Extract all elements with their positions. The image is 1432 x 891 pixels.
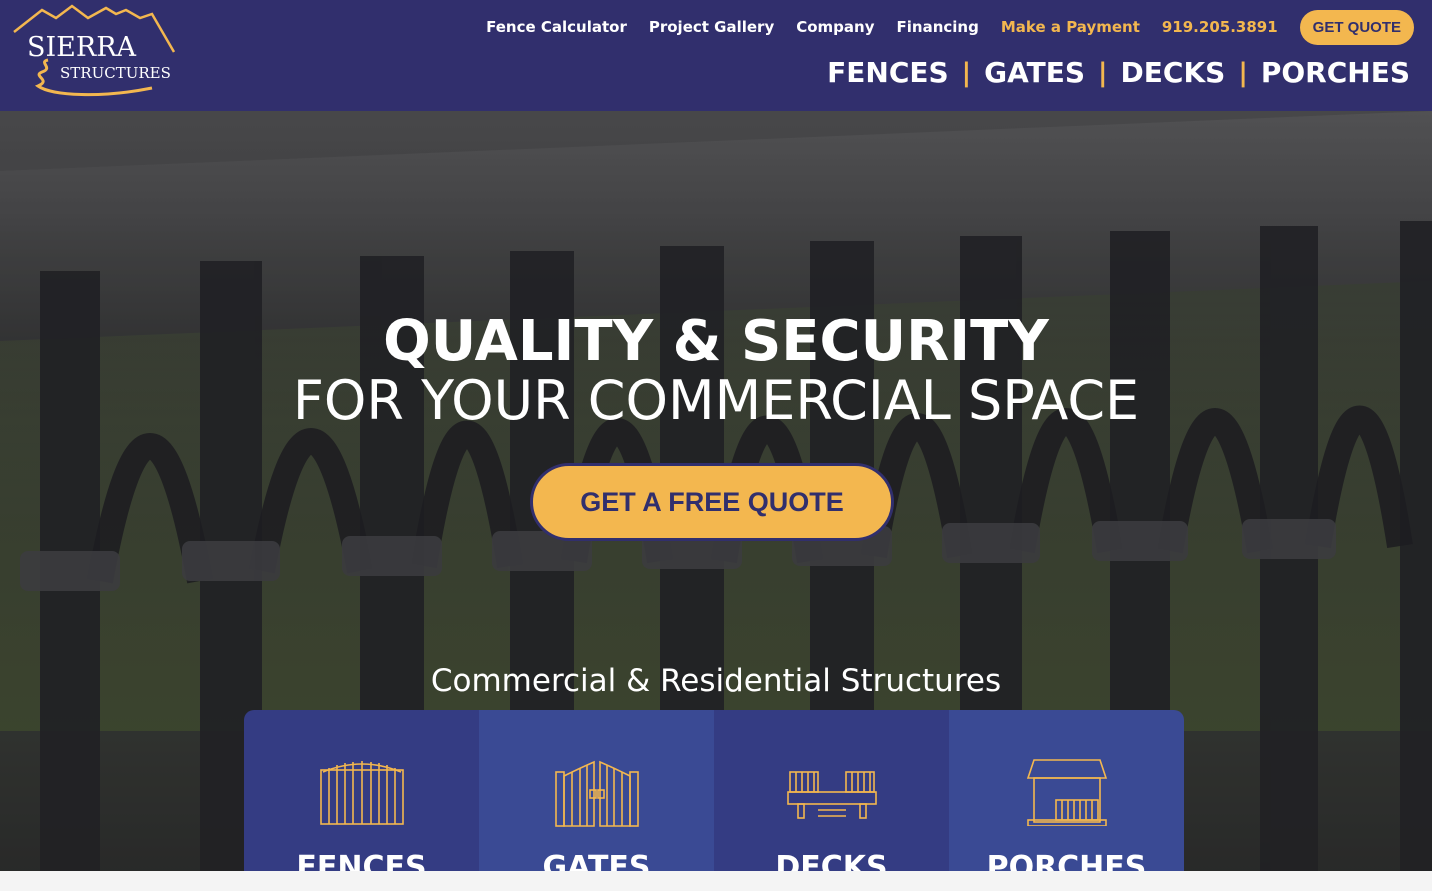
structures-subtitle: Commercial & Residential Structures (430, 663, 1002, 699)
hero-section: QUALITY & SECURITY FOR YOUR COMMERCIAL S… (0, 111, 1432, 891)
nav-separator: | (961, 57, 972, 88)
phone-link[interactable]: 919.205.3891 (1162, 18, 1278, 36)
card-fences[interactable]: FENCES (244, 710, 479, 891)
nav-company[interactable]: Company (796, 18, 874, 36)
nav-separator: | (1238, 57, 1248, 88)
mainnav-gates[interactable]: GATES (984, 56, 1085, 89)
mainnav-porches[interactable]: PORCHES (1261, 56, 1410, 89)
fence-icon (319, 761, 404, 825)
card-gates[interactable]: GATES (479, 710, 714, 891)
nav-financing[interactable]: Financing (897, 18, 979, 36)
card-porches[interactable]: PORCHES (949, 710, 1184, 891)
nav-fence-calculator[interactable]: Fence Calculator (486, 18, 627, 36)
porch-icon (1026, 759, 1107, 826)
nav-separator: | (1098, 57, 1108, 88)
site-header: SIERRA STRUCTURES Fence Calculator Proje… (0, 0, 1432, 111)
nav-make-payment[interactable]: Make a Payment (1001, 18, 1140, 36)
sierra-structures-logo[interactable]: SIERRA STRUCTURES (12, 4, 182, 100)
main-nav: FENCES | GATES | DECKS | PORCHES (827, 56, 1410, 89)
utility-nav: Fence Calculator Project Gallery Company… (464, 8, 1414, 46)
page-bottom-strip (0, 871, 1432, 891)
mainnav-decks[interactable]: DECKS (1121, 56, 1226, 89)
gate-icon (554, 760, 639, 827)
hero-headline: QUALITY & SECURITY (383, 309, 1049, 374)
get-quote-button[interactable]: GET QUOTE (1299, 9, 1414, 45)
nav-project-gallery[interactable]: Project Gallery (649, 18, 774, 36)
mainnav-fences[interactable]: FENCES (827, 56, 949, 89)
free-quote-button[interactable]: GET A FREE QUOTE (530, 463, 894, 541)
logo-name-line1: SIERRA (27, 32, 137, 63)
card-decks[interactable]: DECKS (714, 710, 949, 891)
structure-cards: FENCES GATES DECKS PORCHES (244, 710, 1184, 891)
logo-name-line2: STRUCTURES (60, 64, 171, 82)
deck-icon (786, 771, 877, 819)
hero-subheadline: FOR YOUR COMMERCIAL SPACE (292, 369, 1140, 432)
